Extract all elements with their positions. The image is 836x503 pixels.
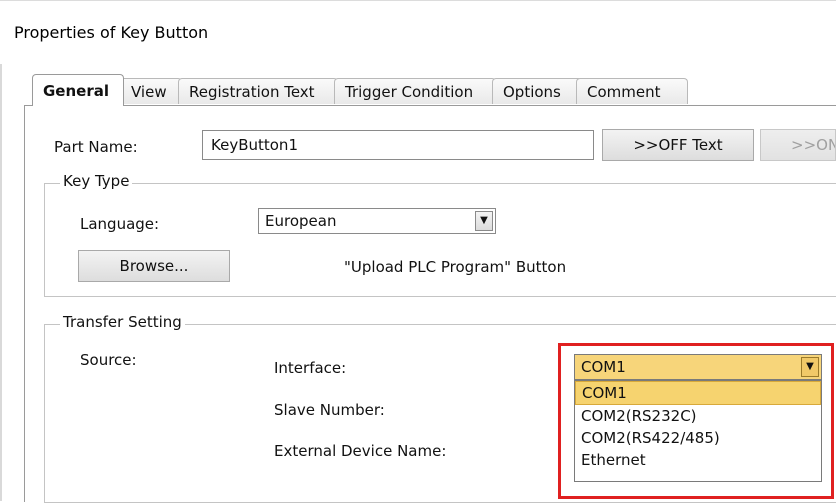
tab-registration-text-label: Registration Text [189, 83, 315, 101]
language-label: Language: [80, 215, 160, 233]
tab-options[interactable]: Options [492, 78, 582, 104]
external-device-name-label: External Device Name: [274, 442, 447, 460]
interface-option-com2-rs232c[interactable]: COM2(RS232C) [575, 405, 821, 427]
tab-strip: General View Registration Text Trigger C… [24, 72, 836, 106]
tab-trigger-condition[interactable]: Trigger Condition [334, 78, 496, 104]
slave-number-label: Slave Number: [274, 401, 385, 419]
interface-option-com1[interactable]: COM1 [575, 381, 821, 405]
tab-trigger-condition-label: Trigger Condition [345, 83, 474, 101]
chevron-down-icon[interactable]: ▼ [475, 211, 493, 231]
tab-comment[interactable]: Comment [576, 78, 688, 104]
window-title: Properties of Key Button [14, 23, 209, 42]
language-select[interactable]: European ▼ [258, 208, 496, 234]
key-type-legend: Key Type [60, 172, 133, 190]
on-text-button[interactable]: >>ON [760, 129, 836, 161]
tab-view[interactable]: View [120, 78, 182, 104]
interface-option-ethernet[interactable]: Ethernet [575, 449, 821, 471]
interface-dropdown-list: COM1 COM2(RS232C) COM2(RS422/485) Ethern… [574, 380, 822, 482]
tab-options-label: Options [503, 83, 561, 101]
window-titlebar: Properties of Key Button [0, 0, 836, 65]
chevron-down-icon[interactable]: ▼ [801, 357, 819, 377]
part-name-input[interactable]: KeyButton1 [202, 130, 594, 160]
interface-select[interactable]: COM1 ▼ [574, 354, 822, 380]
window-left-border [0, 64, 2, 501]
transfer-setting-legend: Transfer Setting [60, 313, 185, 331]
tab-comment-label: Comment [587, 83, 661, 101]
interface-value: COM1 [581, 358, 626, 376]
browse-button[interactable]: Browse... [78, 250, 230, 282]
off-text-button[interactable]: >>OFF Text [602, 129, 754, 161]
tab-registration-text[interactable]: Registration Text [178, 78, 338, 104]
interface-label: Interface: [274, 359, 347, 377]
tab-general[interactable]: General [32, 74, 124, 106]
key-type-description: "Upload PLC Program" Button [344, 258, 567, 276]
interface-option-com2-rs422-485[interactable]: COM2(RS422/485) [575, 427, 821, 449]
source-label: Source: [80, 351, 137, 369]
tab-view-label: View [131, 83, 167, 101]
tab-general-label: General [43, 82, 109, 100]
part-name-label: Part Name: [54, 138, 138, 156]
language-value: European [265, 212, 337, 230]
